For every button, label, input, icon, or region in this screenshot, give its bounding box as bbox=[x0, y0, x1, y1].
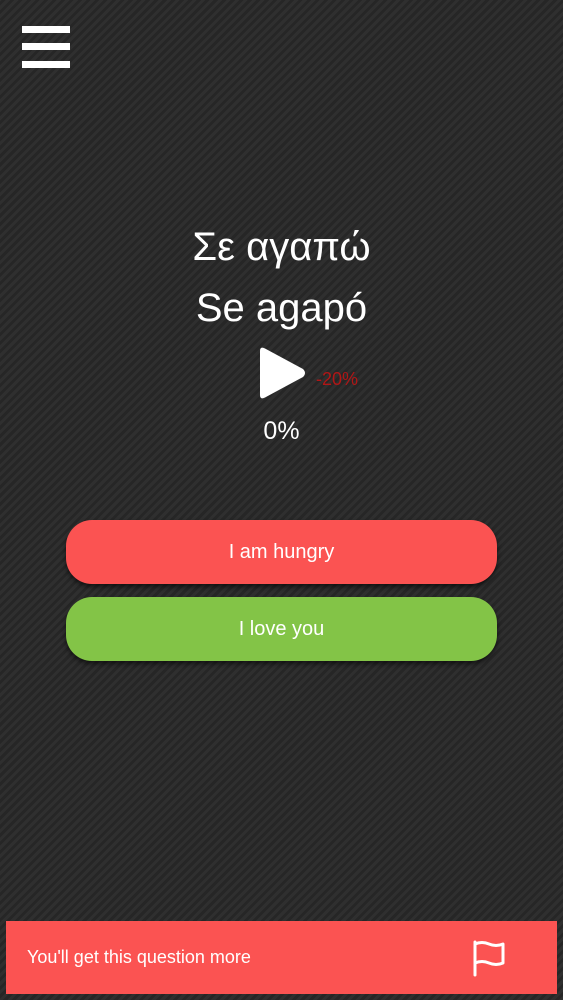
answer-option-1[interactable]: I am hungry bbox=[66, 520, 497, 584]
report-flag-button[interactable] bbox=[468, 939, 508, 977]
hamburger-menu-icon-bar bbox=[22, 43, 70, 50]
phrase-transliteration-text: Se agapó bbox=[195, 286, 368, 330]
answer-option-label: I love you bbox=[238, 618, 325, 640]
flag-icon bbox=[473, 940, 505, 977]
menu-button[interactable] bbox=[22, 26, 70, 68]
answer-option-2[interactable]: I love you bbox=[66, 597, 497, 661]
hamburger-menu-icon-bar bbox=[22, 61, 70, 68]
progress-percent: 0% bbox=[263, 417, 300, 445]
feedback-message: You'll get this question more bbox=[27, 947, 251, 967]
playback-speed-label[interactable]: -20% bbox=[316, 368, 358, 390]
answer-option-label: I am hungry bbox=[228, 541, 335, 563]
hamburger-menu-icon bbox=[22, 26, 70, 33]
feedback-bar: You'll get this question more bbox=[6, 921, 557, 994]
play-audio-button[interactable] bbox=[256, 345, 308, 401]
play-icon bbox=[260, 347, 305, 399]
phrase-native-text: Σε αγαπώ bbox=[192, 225, 371, 269]
